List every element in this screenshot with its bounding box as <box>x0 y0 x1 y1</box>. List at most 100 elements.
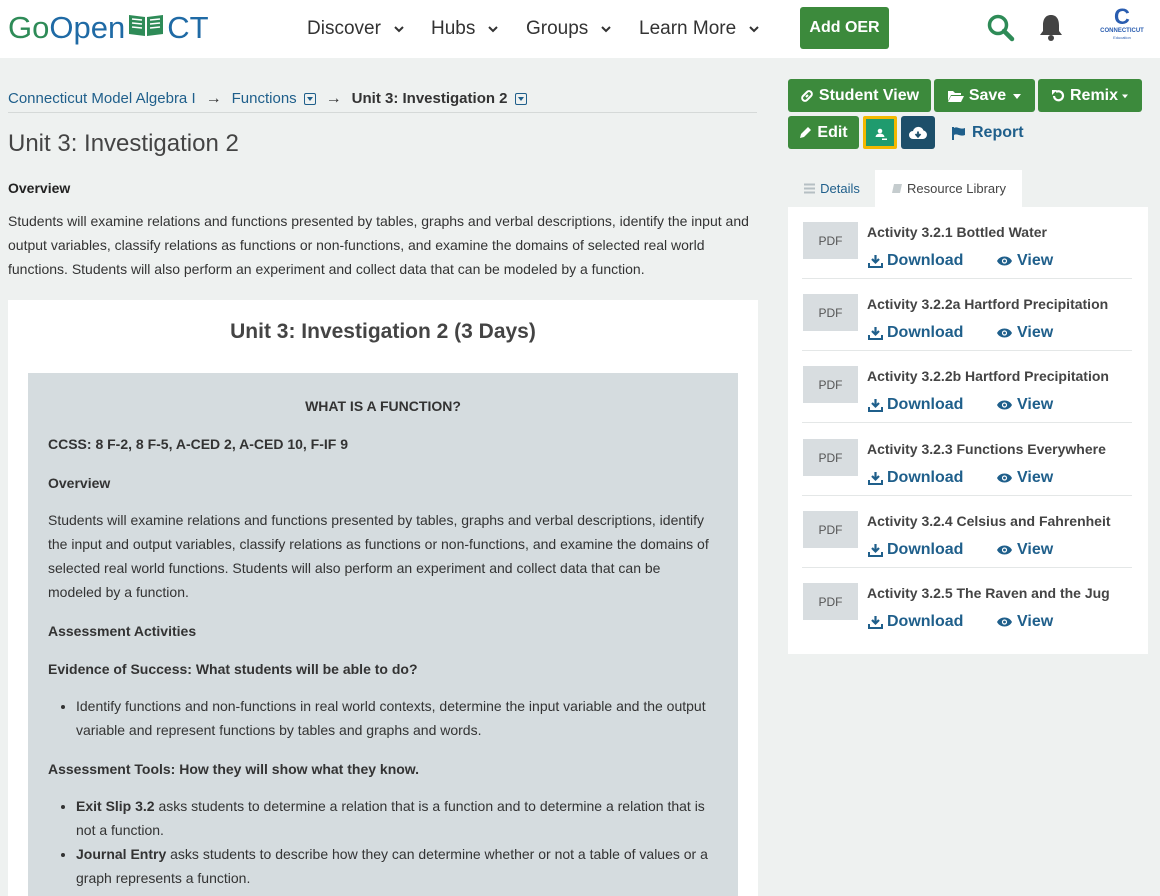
lesson-overview-label: Overview <box>48 475 111 491</box>
eye-icon <box>997 473 1012 483</box>
breadcrumb-current: Unit 3: Investigation 2 <box>351 90 508 107</box>
google-classroom-icon <box>871 124 889 141</box>
breadcrumb: Connecticut Model Algebra I → Functions … <box>8 85 757 113</box>
book-open-icon <box>892 184 902 193</box>
page-title: Unit 3: Investigation 2 <box>8 130 239 157</box>
content-card: Unit 3: Investigation 2 (3 Days) WHAT IS… <box>8 300 758 896</box>
eye-icon <box>997 545 1012 555</box>
resource-item: PDF Activity 3.2.4 Celsius and Fahrenhei… <box>802 496 1132 568</box>
chevron-down-icon <box>394 26 404 33</box>
download-icon <box>868 327 883 340</box>
ccss-standards: CCSS: 8 F-2, 8 F-5, A-CED 2, A-CED 10, F… <box>48 436 349 452</box>
download-icon <box>868 399 883 412</box>
download-icon <box>868 255 883 268</box>
eye-icon <box>997 400 1012 410</box>
download-link[interactable]: Download <box>868 252 963 270</box>
tools-label: Assessment Tools: How they will show wha… <box>48 761 420 777</box>
caret-down-icon <box>1013 93 1022 99</box>
dropdown-toggle-icon[interactable] <box>303 92 316 105</box>
lesson-overview-text: Students will examine relations and func… <box>48 512 709 600</box>
lesson-heading: WHAT IS A FUNCTION? <box>305 398 461 414</box>
view-link[interactable]: View <box>996 324 1053 342</box>
resource-library-panel: PDF Activity 3.2.1 Bottled Water Downloa… <box>788 207 1148 654</box>
pencil-icon <box>800 127 812 138</box>
download-link[interactable]: Download <box>868 324 963 342</box>
resource-item: PDF Activity 3.2.1 Bottled Water Downloa… <box>802 207 1132 279</box>
nav-discover[interactable]: Discover <box>307 18 405 40</box>
pdf-thumbnail: PDF <box>803 222 858 259</box>
list-icon <box>804 183 816 194</box>
view-link[interactable]: View <box>996 396 1053 414</box>
assessment-label: Assessment Activities <box>48 623 197 639</box>
undo-icon <box>1051 89 1065 101</box>
breadcrumb-link-course[interactable]: Connecticut Model Algebra I <box>8 90 196 107</box>
connecticut-education-logo: C CONNECTICUT Education <box>1100 4 1144 41</box>
tab-details[interactable]: Details <box>788 170 875 207</box>
caret-down-icon <box>1122 94 1129 98</box>
pdf-thumbnail: PDF <box>803 511 858 548</box>
card-title: Unit 3: Investigation 2 (3 Days) <box>230 320 536 343</box>
flag-icon <box>952 126 965 140</box>
download-link[interactable]: Download <box>868 613 963 631</box>
add-oer-button[interactable]: Add OER <box>800 7 889 49</box>
cloud-download-icon <box>909 126 927 139</box>
resource-title: Activity 3.2.1 Bottled Water <box>867 224 1047 240</box>
chevron-down-icon <box>488 26 499 33</box>
resource-item: PDF Activity 3.2.2b Hartford Precipitati… <box>802 351 1132 423</box>
breadcrumb-link-functions[interactable]: Functions <box>232 90 297 107</box>
google-classroom-button[interactable] <box>863 116 897 149</box>
folder-open-icon <box>947 90 964 102</box>
view-link[interactable]: View <box>996 252 1053 270</box>
nav-hubs[interactable]: Hubs <box>431 18 499 40</box>
download-link[interactable]: Download <box>868 541 963 559</box>
eye-icon <box>997 256 1012 266</box>
pdf-thumbnail: PDF <box>803 583 858 620</box>
list-item: Exit Slip 3.2 asks students to determine… <box>76 794 716 842</box>
student-view-button[interactable]: Student View <box>788 79 931 112</box>
pdf-thumbnail: PDF <box>803 439 858 476</box>
lesson-content: WHAT IS A FUNCTION? CCSS: 8 F-2, 8 F-5, … <box>28 373 738 896</box>
resource-title: Activity 3.2.3 Functions Everywhere <box>867 441 1106 457</box>
link-icon <box>801 89 813 102</box>
breadcrumb-arrow: → <box>205 89 222 107</box>
cloud-download-button[interactable] <box>901 116 935 149</box>
bell-icon[interactable] <box>1037 12 1065 42</box>
dropdown-toggle-icon[interactable] <box>514 92 527 105</box>
book-icon <box>127 10 165 46</box>
view-link[interactable]: View <box>996 541 1053 559</box>
download-icon <box>868 472 883 485</box>
overview-text: Students will examine relations and func… <box>8 213 749 277</box>
download-icon <box>868 616 883 629</box>
tools-list: Exit Slip 3.2 asks students to determine… <box>76 794 716 890</box>
download-link[interactable]: Download <box>868 396 963 414</box>
goopenct-logo[interactable]: Go Open CT <box>8 8 209 48</box>
chevron-down-icon <box>749 26 759 33</box>
pdf-thumbnail: PDF <box>803 294 858 331</box>
nav-learn-more[interactable]: Learn More <box>639 18 760 40</box>
report-button[interactable]: Report <box>951 124 1024 142</box>
view-link[interactable]: View <box>996 613 1053 631</box>
resource-item: PDF Activity 3.2.5 The Raven and the Jug… <box>802 568 1132 640</box>
resource-title: Activity 3.2.2b Hartford Precipitation <box>867 368 1109 384</box>
eye-icon <box>997 328 1012 338</box>
nav-groups[interactable]: Groups <box>526 18 612 40</box>
search-icon[interactable] <box>986 13 1016 43</box>
eye-icon <box>997 617 1012 627</box>
resource-item: PDF Activity 3.2.2a Hartford Precipitati… <box>802 279 1132 351</box>
tab-resource-library[interactable]: Resource Library <box>875 170 1022 207</box>
download-icon <box>868 544 883 557</box>
evidence-label: Evidence of Success: What students will … <box>48 661 418 677</box>
chevron-down-icon <box>601 26 612 33</box>
view-link[interactable]: View <box>996 469 1053 487</box>
download-link[interactable]: Download <box>868 469 963 487</box>
site-header: Go Open CT Discover Hubs Groups Learn Mor… <box>0 0 1160 58</box>
save-button[interactable]: Save <box>934 79 1035 112</box>
edit-button[interactable]: Edit <box>788 116 859 149</box>
evidence-list: Identify functions and non-functions in … <box>76 694 716 742</box>
resource-title: Activity 3.2.5 The Raven and the Jug <box>867 585 1110 601</box>
resource-title: Activity 3.2.2a Hartford Precipitation <box>867 296 1109 312</box>
resource-title: Activity 3.2.4 Celsius and Fahrenheit <box>867 513 1111 529</box>
remix-button[interactable]: Remix <box>1038 79 1142 112</box>
list-item: Journal Entry asks students to describe … <box>76 842 716 890</box>
list-item: Identify functions and non-functions in … <box>76 694 716 742</box>
